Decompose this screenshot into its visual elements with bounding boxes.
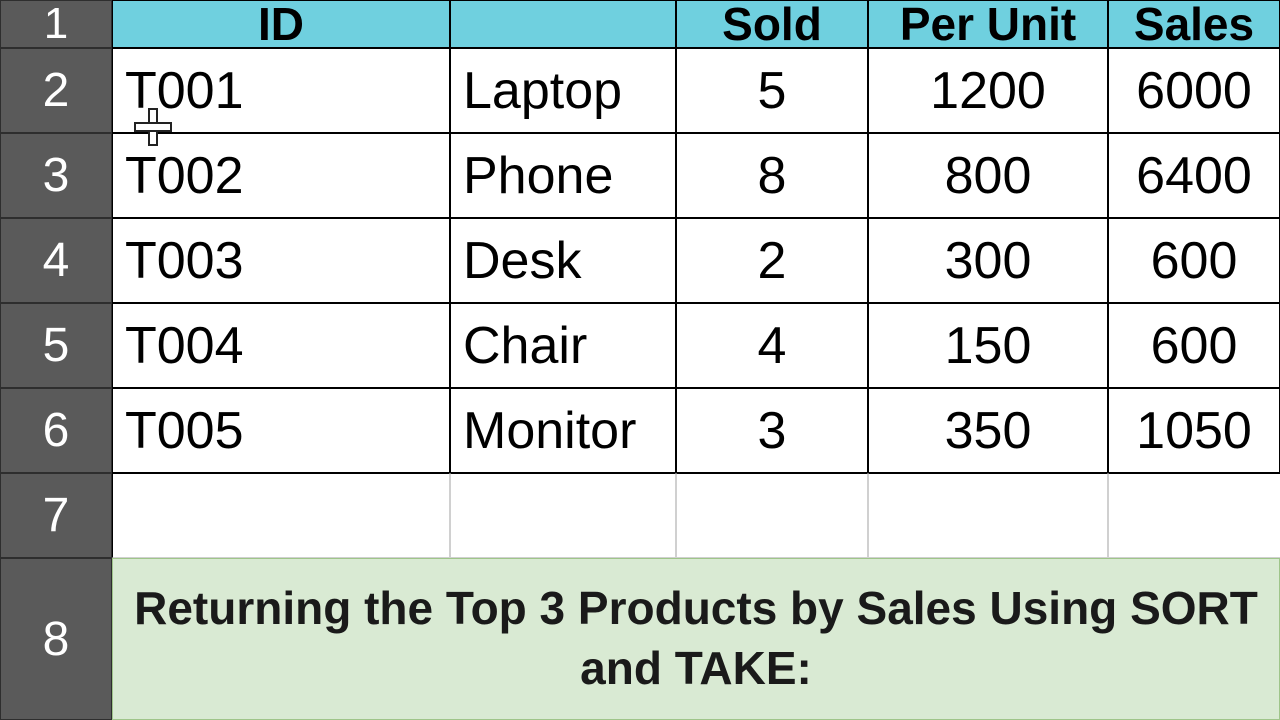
cell-per-unit[interactable]: 1200 (868, 48, 1108, 133)
cell-product[interactable]: Laptop (450, 48, 676, 133)
cell-sales[interactable]: 6400 (1108, 133, 1280, 218)
cell-id[interactable]: T002 (112, 133, 450, 218)
cell-product[interactable]: Monitor (450, 388, 676, 473)
empty-cell[interactable] (450, 473, 676, 558)
row-header[interactable]: 3 (0, 133, 112, 218)
cell-sales[interactable]: 6000 (1108, 48, 1280, 133)
row-header[interactable]: 5 (0, 303, 112, 388)
empty-cell[interactable] (112, 473, 450, 558)
col-header-per-unit[interactable]: Per Unit (868, 0, 1108, 48)
cell-product[interactable]: Phone (450, 133, 676, 218)
empty-cell[interactable] (868, 473, 1108, 558)
row-header[interactable]: 1 (0, 0, 112, 48)
col-header-sold[interactable]: Sold (676, 0, 868, 48)
row-header[interactable]: 4 (0, 218, 112, 303)
row-header[interactable]: 6 (0, 388, 112, 473)
cell-product[interactable]: Desk (450, 218, 676, 303)
cell-id[interactable]: T003 (112, 218, 450, 303)
spreadsheet-grid[interactable]: 1 ID Sold Per Unit Sales 2 T001 Laptop 5… (0, 0, 1280, 720)
cell-sold[interactable]: 4 (676, 303, 868, 388)
cell-sales[interactable]: 1050 (1108, 388, 1280, 473)
cell-sales[interactable]: 600 (1108, 303, 1280, 388)
cell-per-unit[interactable]: 350 (868, 388, 1108, 473)
cell-id[interactable]: T001 (112, 48, 450, 133)
cell-sold[interactable]: 8 (676, 133, 868, 218)
empty-cell[interactable] (1108, 473, 1280, 558)
cell-id[interactable]: T005 (112, 388, 450, 473)
cell-per-unit[interactable]: 150 (868, 303, 1108, 388)
cell-product[interactable]: Chair (450, 303, 676, 388)
row-header[interactable]: 7 (0, 473, 112, 558)
cell-id[interactable]: T004 (112, 303, 450, 388)
cell-sold[interactable]: 3 (676, 388, 868, 473)
col-header-id[interactable]: ID (112, 0, 450, 48)
cell-per-unit[interactable]: 800 (868, 133, 1108, 218)
empty-cell[interactable] (676, 473, 868, 558)
cell-per-unit[interactable]: 300 (868, 218, 1108, 303)
row-header[interactable]: 2 (0, 48, 112, 133)
cell-sales[interactable]: 600 (1108, 218, 1280, 303)
col-header-product[interactable] (450, 0, 676, 48)
col-header-sales[interactable]: Sales (1108, 0, 1280, 48)
cell-sold[interactable]: 5 (676, 48, 868, 133)
row-header[interactable]: 8 (0, 558, 112, 720)
banner-title[interactable]: Returning the Top 3 Products by Sales Us… (112, 558, 1280, 720)
cell-sold[interactable]: 2 (676, 218, 868, 303)
